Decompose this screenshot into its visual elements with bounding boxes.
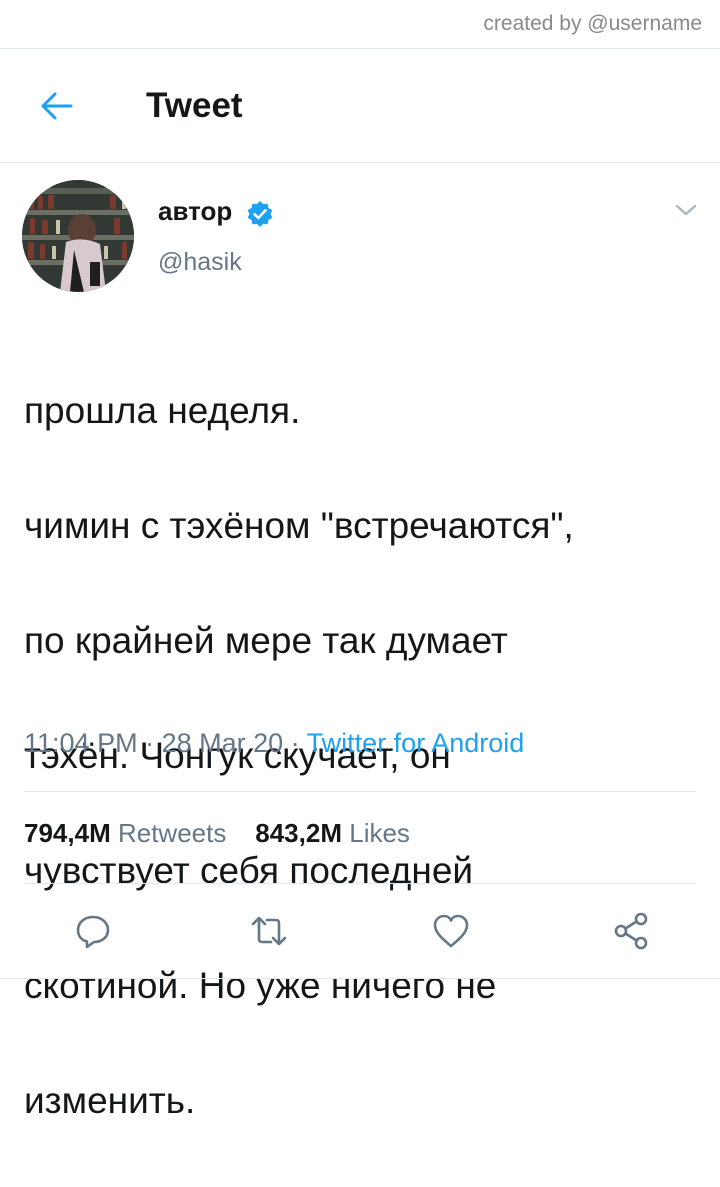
page-title: Tweet (146, 86, 243, 125)
retweets-label: Retweets (117, 818, 227, 848)
tweet-stats: 794,4M Retweets 843,2M Likes (24, 818, 410, 849)
divider (0, 978, 720, 979)
arrow-left-icon (41, 92, 73, 120)
divider (0, 48, 720, 49)
divider (24, 791, 696, 792)
back-button[interactable] (34, 86, 78, 126)
credit-watermark: created by @username (483, 12, 702, 35)
tweet-time: 11:04 PM (24, 728, 138, 758)
likes-stat[interactable]: 843,2M Likes (255, 818, 410, 848)
tweet-text-line: изменить. (24, 1079, 196, 1121)
tweet-text-line: скотиной. Но уже ничего не (24, 964, 497, 1006)
retweets-count: 794,4M (24, 818, 111, 848)
tweet-text-line: чувствует себя последней (24, 849, 474, 891)
chevron-down-icon[interactable] (672, 200, 700, 220)
likes-count: 843,2M (255, 818, 342, 848)
tweet-meta: 11:04 PM · 28 Mar 20 · Twitter for Andro… (24, 728, 524, 759)
reply-button[interactable] (70, 908, 116, 954)
reply-icon (76, 915, 110, 949)
divider (24, 883, 696, 884)
like-button[interactable] (428, 908, 474, 954)
author-name[interactable]: автор (158, 196, 232, 227)
author-handle[interactable]: @hasik (158, 248, 242, 277)
verified-badge-icon (247, 201, 273, 227)
divider (0, 162, 720, 163)
tweet-client-link[interactable]: Twitter for Android (307, 728, 525, 758)
share-button[interactable] (608, 908, 654, 954)
share-icon (614, 912, 648, 950)
meta-separator: · (137, 728, 162, 758)
avatar[interactable] (22, 180, 134, 292)
tweet-date: 28 Mar 20 (161, 728, 284, 758)
likes-label: Likes (349, 818, 410, 848)
tweet-text-line: прошла неделя. (24, 389, 301, 431)
avatar-photo (22, 180, 134, 292)
retweet-button[interactable] (246, 908, 292, 954)
retweets-stat[interactable]: 794,4M Retweets (24, 818, 226, 848)
meta-separator: · (283, 728, 307, 758)
tweet-text-line: чимин с тэхёном "встречаются", (24, 504, 574, 546)
tweet-text-line: по крайней мере так думает (24, 619, 508, 661)
retweet-icon (251, 916, 287, 946)
heart-icon (433, 914, 469, 948)
